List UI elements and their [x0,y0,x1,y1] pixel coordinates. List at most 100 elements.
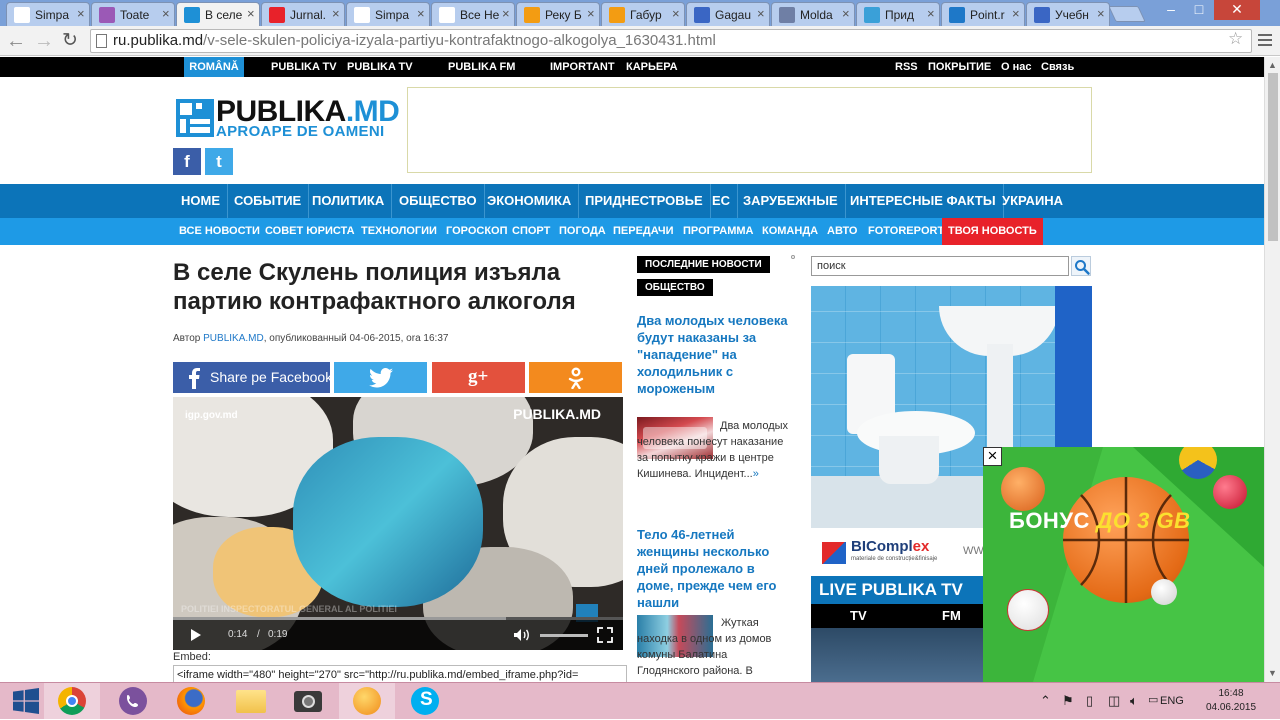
twitter-icon[interactable]: t [205,148,233,175]
share-google-plus-button[interactable]: g+ [432,362,525,393]
sub-nav-item[interactable]: СПОРТ [512,218,550,245]
tab-close-icon[interactable]: × [587,6,595,21]
browser-tab[interactable]: Прид × [856,2,940,26]
taskbar-clock[interactable]: 16:48 04.06.2015 [1196,687,1266,715]
tab-close-icon[interactable]: × [927,6,935,21]
scroll-down-icon[interactable]: ▼ [1268,668,1277,678]
play-icon[interactable] [190,628,202,642]
tab-close-icon[interactable]: × [757,6,765,21]
scroll-thumb[interactable] [1268,73,1278,241]
sub-nav-item[interactable]: СОВЕТ ЮРИСТА [265,218,355,245]
news-title-2[interactable]: Тело 46-летней женщины несколько дней пр… [637,526,792,611]
browser-tab[interactable]: Учебн × [1026,2,1110,26]
sub-nav-item[interactable]: ВСЕ НОВОСТИ [179,218,260,245]
main-nav-item[interactable]: ЕС [705,184,739,218]
volume-icon[interactable] [513,628,531,642]
search-icon[interactable] [1071,256,1091,276]
tab-close-icon[interactable]: × [77,6,85,21]
tab-close-icon[interactable]: × [332,6,340,21]
topstrip-link[interactable]: PUBLIKA TV [271,61,337,73]
topstrip-right-link[interactable]: О нас [1001,61,1032,73]
tab-close-icon[interactable]: × [162,6,170,21]
browser-tab[interactable]: Gagau × [686,2,770,26]
tray-chevron-up-icon[interactable]: ⌃ [1040,693,1051,709]
tab-close-icon[interactable]: × [672,6,680,21]
browser-menu-icon[interactable] [1258,34,1272,49]
live-video-preview[interactable] [811,628,983,682]
tab-close-icon[interactable]: × [1012,6,1020,21]
browser-tab[interactable]: Габур × [601,2,685,26]
bookmark-star-icon[interactable]: ☆ [1228,29,1243,49]
sub-nav-item[interactable]: ТВОЯ НОВОСТЬ [942,218,1043,245]
tab-close-icon[interactable]: × [1097,6,1105,21]
topstrip-right-link[interactable]: RSS [895,61,918,73]
reload-icon[interactable]: ↻ [62,30,78,52]
embed-code-field[interactable]: <iframe width="480" height="270" src="ht… [173,665,627,682]
sub-nav-item[interactable]: ГОРОСКОП [446,218,508,245]
taskbar-firefox[interactable] [163,683,219,720]
taskbar-camera[interactable] [280,683,336,720]
sub-nav-item[interactable]: КОМАНДА [762,218,818,245]
sub-nav-item[interactable]: ПРОГРАММА [683,218,753,245]
topstrip-link[interactable]: КАРЬЕРА [626,61,678,73]
url-input[interactable]: ru.publika.md/v-sele-skulen-policiya-izy… [90,29,1252,53]
topstrip-link[interactable]: LIVE PUBLIKA TV [347,61,1264,682]
search-input[interactable]: поиск [811,256,1069,276]
tab-close-icon[interactable]: × [842,6,850,21]
input-language[interactable]: ENG [1160,695,1184,707]
sub-nav-item[interactable]: ТЕХНОЛОГИИ [361,218,437,245]
main-nav-item[interactable]: ПОЛИТИКА [305,184,393,218]
browser-tab[interactable]: Jurnal. × [261,2,345,26]
tab-tv[interactable]: TV [850,608,867,623]
main-nav-item[interactable]: УКРАИНА [995,184,1070,218]
video-player[interactable]: igp.gov.md PUBLIKA.MD POLITIEI INSPECTOR… [173,397,623,650]
browser-tab[interactable]: Все Не × [431,2,515,26]
main-nav-item[interactable]: СОБЫТИЕ [227,184,310,218]
taskbar-explorer[interactable] [222,683,278,720]
main-nav-item[interactable]: ОБЩЕСТВО [392,184,485,218]
latest-news-tab[interactable]: ПОСЛЕДНИЕ НОВОСТИ [637,256,770,273]
main-nav-item[interactable]: ПРИДНЕСТРОВЬЕ [578,184,711,218]
main-nav-item[interactable]: ЗАРУБЕЖНЫЕ [736,184,846,218]
browser-tab[interactable]: В селе × [176,2,260,26]
share-facebook-button[interactable]: Share pe Facebook [173,362,332,393]
browser-tab[interactable]: Simpa × [6,2,90,26]
main-nav-item[interactable]: ЭКОНОМИКА [480,184,580,218]
volume-icon[interactable]: 🔈︎ [1130,693,1138,709]
tab-close-icon[interactable]: × [502,6,510,21]
main-nav-item[interactable]: HOME [174,184,228,218]
language-romana-link[interactable]: ROMÂNĂ [184,57,244,77]
sub-nav-item[interactable]: ПЕРЕДАЧИ [613,218,674,245]
topstrip-link[interactable]: IMPORTANT [550,61,615,73]
scroll-up-icon[interactable]: ▲ [1268,60,1277,70]
author-link[interactable]: PUBLIKA.MD [203,333,264,344]
back-icon[interactable]: ← [6,30,26,52]
tab-close-icon[interactable]: × [247,6,255,21]
main-nav-item[interactable]: ИНТЕРЕСНЫЕ ФАКТЫ [843,184,1004,218]
new-tab-button[interactable] [1108,6,1146,22]
share-odnoklassniki-button[interactable] [529,362,622,393]
taskbar-mail[interactable] [339,683,395,720]
taskbar-skype[interactable]: S [397,683,453,720]
header-ad-banner[interactable] [407,87,1092,173]
topstrip-right-link[interactable]: Связь [1041,61,1074,73]
taskbar-chrome[interactable] [44,683,100,720]
forward-icon[interactable]: → [34,30,54,52]
bonus-popup-ad[interactable]: БОНУС ДО 3 GB [983,447,1264,682]
page-scrollbar[interactable]: ▲ ▼ [1264,57,1280,682]
browser-tab[interactable]: Toate × [91,2,175,26]
share-twitter-button[interactable] [334,362,427,393]
tab-close-icon[interactable]: × [417,6,425,21]
news-title-1[interactable]: Два молодых человека будут наказаны за "… [637,312,792,397]
keyboard-icon[interactable]: ▭ [1148,693,1158,706]
tab-fm[interactable]: FM [942,608,961,623]
window-close-button[interactable]: ✕ [1214,0,1260,20]
sub-nav-item[interactable]: АВТО [827,218,857,245]
network-icon[interactable]: ◫ [1108,693,1120,709]
fullscreen-icon[interactable] [597,627,613,643]
battery-icon[interactable]: ▯ [1086,693,1093,709]
volume-slider[interactable] [540,634,588,637]
maximize-button[interactable]: □ [1186,0,1212,20]
action-center-flag-icon[interactable]: ⚑ [1062,693,1074,709]
facebook-icon[interactable]: f [173,148,201,175]
